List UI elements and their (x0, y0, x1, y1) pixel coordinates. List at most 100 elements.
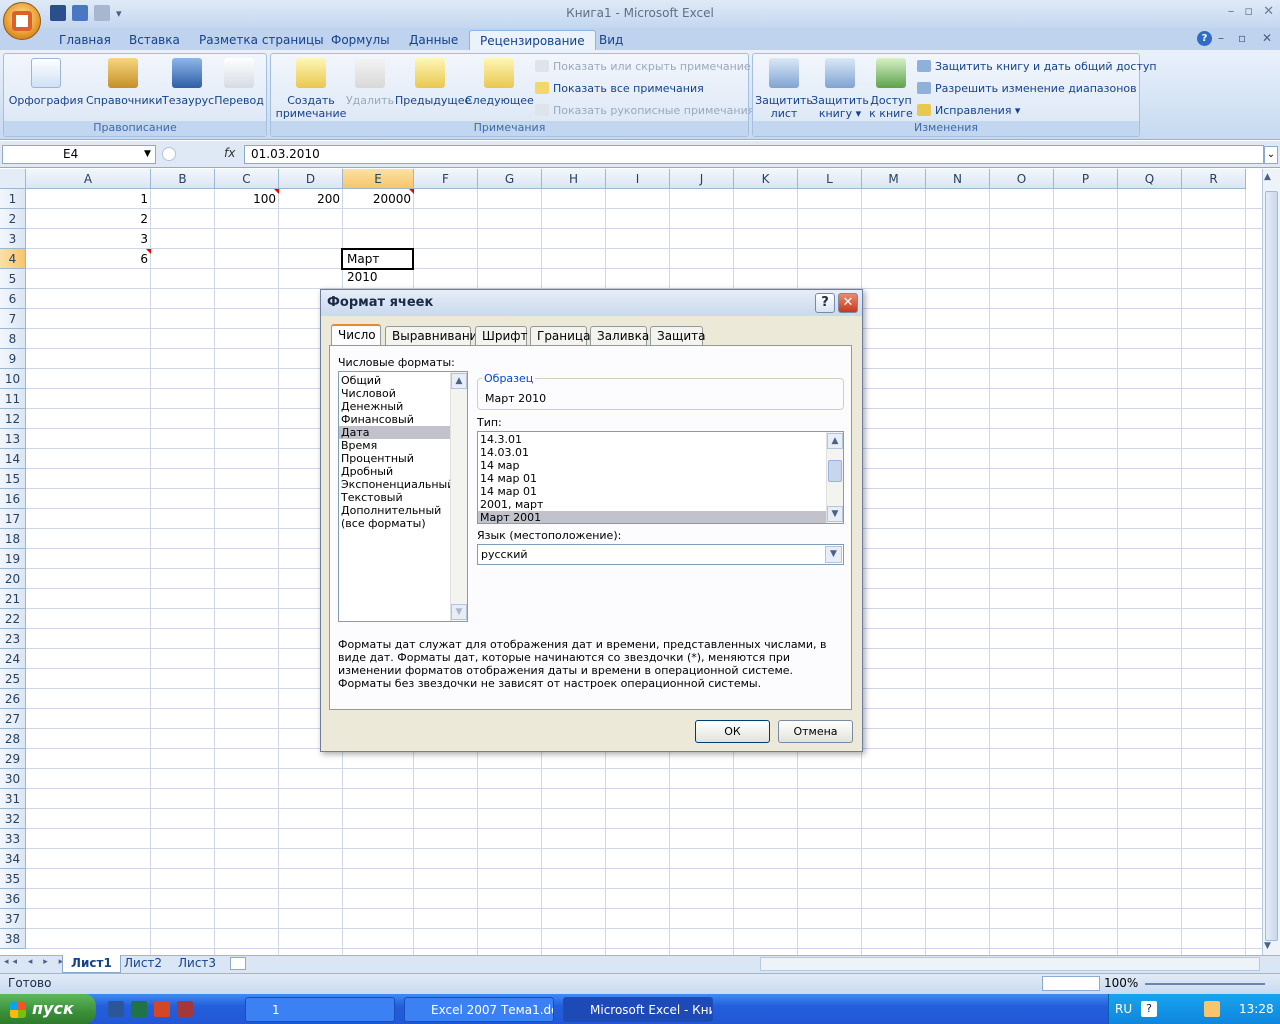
column-header-O[interactable]: O (990, 169, 1054, 189)
column-header-Q[interactable]: Q (1118, 169, 1182, 189)
column-header-C[interactable]: C (215, 169, 279, 189)
column-header-B[interactable]: B (151, 169, 215, 189)
format-item[interactable]: (все форматы) (339, 517, 451, 530)
type-item[interactable]: 14.03.01 (478, 446, 826, 459)
row-header-3[interactable]: 3 (0, 229, 26, 249)
row-header-22[interactable]: 22 (0, 609, 26, 629)
sheet-tab-3[interactable]: Лист3 (170, 955, 224, 973)
row-header-12[interactable]: 12 (0, 409, 26, 429)
column-header-G[interactable]: G (478, 169, 542, 189)
dialog-tab-alignment[interactable]: Выравнивание (385, 326, 485, 346)
row-header-26[interactable]: 26 (0, 689, 26, 709)
row-header-35[interactable]: 35 (0, 869, 26, 889)
row-header-21[interactable]: 21 (0, 589, 26, 609)
scroll-down-icon[interactable]: ▼ (1264, 941, 1271, 951)
row-header-20[interactable]: 20 (0, 569, 26, 589)
maximize-icon[interactable]: ▫ (1244, 4, 1253, 19)
column-header-H[interactable]: H (542, 169, 606, 189)
sheet-tab-1[interactable]: Лист1 (62, 955, 121, 973)
formats-scrollbar[interactable]: ▲ ▼ (450, 372, 467, 621)
format-item[interactable]: Числовой (339, 387, 451, 400)
format-item[interactable]: Дробный (339, 465, 451, 478)
ribbon-close-icon[interactable]: ✕ (1262, 31, 1272, 45)
active-cell-E4[interactable]: Март 2010 (341, 248, 414, 284)
word-icon[interactable] (108, 1001, 124, 1017)
allow-ranges-button[interactable]: Разрешить изменение диапазонов (917, 82, 1137, 95)
column-header-E[interactable]: E (343, 169, 414, 189)
tray-help-icon[interactable]: ? (1141, 1001, 1157, 1017)
track-changes-button[interactable]: Исправления ▾ (917, 104, 1020, 117)
row-header-11[interactable]: 11 (0, 389, 26, 409)
format-item[interactable]: Общий (339, 374, 451, 387)
ribbon-minimize-icon[interactable]: – (1218, 31, 1224, 45)
close-window-icon[interactable]: ✕ (1263, 4, 1274, 19)
column-header-I[interactable]: I (606, 169, 670, 189)
dialog-tab-protection[interactable]: Защита (650, 326, 706, 346)
type-item[interactable]: 14 мар 01 (478, 485, 826, 498)
formula-input[interactable]: 01.03.2010 (244, 145, 1264, 164)
powerpoint-icon[interactable] (154, 1001, 170, 1017)
scroll-thumb[interactable] (1265, 191, 1278, 941)
column-header-D[interactable]: D (279, 169, 343, 189)
protect-sheet-button[interactable]: Защитить лист (755, 58, 813, 120)
row-header-14[interactable]: 14 (0, 449, 26, 469)
column-header-J[interactable]: J (670, 169, 734, 189)
formats-scroll-up-icon[interactable]: ▲ (451, 373, 467, 389)
locale-select[interactable]: русский ▼ (477, 544, 844, 565)
office-button[interactable] (3, 2, 41, 40)
view-buttons-icon[interactable] (1042, 976, 1100, 991)
language-indicator[interactable]: RU (1115, 1002, 1132, 1016)
row-header-24[interactable]: 24 (0, 649, 26, 669)
format-item[interactable]: Процентный (339, 452, 451, 465)
row-header-4[interactable]: 4 (0, 249, 26, 269)
row-header-30[interactable]: 30 (0, 769, 26, 789)
locale-dropdown-icon[interactable]: ▼ (825, 546, 842, 563)
row-header-27[interactable]: 27 (0, 709, 26, 729)
dialog-help-icon[interactable]: ? (815, 293, 835, 313)
tab-data[interactable]: Данные (399, 30, 468, 50)
row-header-29[interactable]: 29 (0, 749, 26, 769)
column-header-A[interactable]: A (26, 169, 151, 189)
name-box-dropdown-icon[interactable]: ▼ (144, 149, 151, 159)
type-scroll-up-icon[interactable]: ▲ (827, 433, 843, 449)
show-ink-button[interactable]: Показать рукописные примечания (535, 104, 754, 117)
dialog-close-icon[interactable]: ✕ (838, 293, 858, 313)
show-all-comments-button[interactable]: Показать все примечания (535, 82, 704, 95)
ribbon-restore-icon[interactable]: ▫ (1238, 31, 1246, 45)
column-header-F[interactable]: F (414, 169, 478, 189)
taskbar-item-folder[interactable]: 1 (245, 997, 395, 1022)
row-header-8[interactable]: 8 (0, 329, 26, 349)
row-header-10[interactable]: 10 (0, 369, 26, 389)
column-header-P[interactable]: P (1054, 169, 1118, 189)
select-all-corner[interactable] (0, 169, 26, 189)
row-header-38[interactable]: 38 (0, 929, 26, 949)
column-header-L[interactable]: L (798, 169, 862, 189)
type-item[interactable]: 14 мар (478, 459, 826, 472)
row-header-16[interactable]: 16 (0, 489, 26, 509)
insert-sheet-icon[interactable] (230, 957, 246, 970)
row-header-15[interactable]: 15 (0, 469, 26, 489)
name-box[interactable]: E4 (2, 145, 156, 164)
row-header-32[interactable]: 32 (0, 809, 26, 829)
row-header-17[interactable]: 17 (0, 509, 26, 529)
horizontal-scrollbar[interactable] (760, 957, 1260, 971)
number-formats-list[interactable]: Общий Числовой Денежный Финансовый Дата Время… (338, 371, 468, 622)
column-header-M[interactable]: M (862, 169, 926, 189)
row-header-1[interactable]: 1 (0, 189, 26, 209)
minimize-icon[interactable]: – (1228, 4, 1235, 19)
row-header-31[interactable]: 31 (0, 789, 26, 809)
access-icon[interactable] (177, 1001, 193, 1017)
cell-E1[interactable]: 20000 (343, 189, 414, 209)
expand-formula-bar-icon[interactable]: ⌄ (1264, 146, 1278, 164)
column-header-N[interactable]: N (926, 169, 990, 189)
dialog-tab-font[interactable]: Шрифт (475, 326, 528, 346)
show-hide-comment-button[interactable]: Показать или скрыть примечание (535, 60, 751, 73)
protect-and-share-button[interactable]: Защитить книгу и дать общий доступ (917, 60, 1157, 73)
row-header-33[interactable]: 33 (0, 829, 26, 849)
zoom-slider[interactable] (1145, 983, 1265, 985)
research-button[interactable]: Справочники (86, 58, 162, 107)
column-header-K[interactable]: K (734, 169, 798, 189)
tab-page-layout[interactable]: Разметка страницы (189, 30, 334, 50)
tab-formulas[interactable]: Формулы (321, 30, 400, 50)
column-header-R[interactable]: R (1182, 169, 1246, 189)
